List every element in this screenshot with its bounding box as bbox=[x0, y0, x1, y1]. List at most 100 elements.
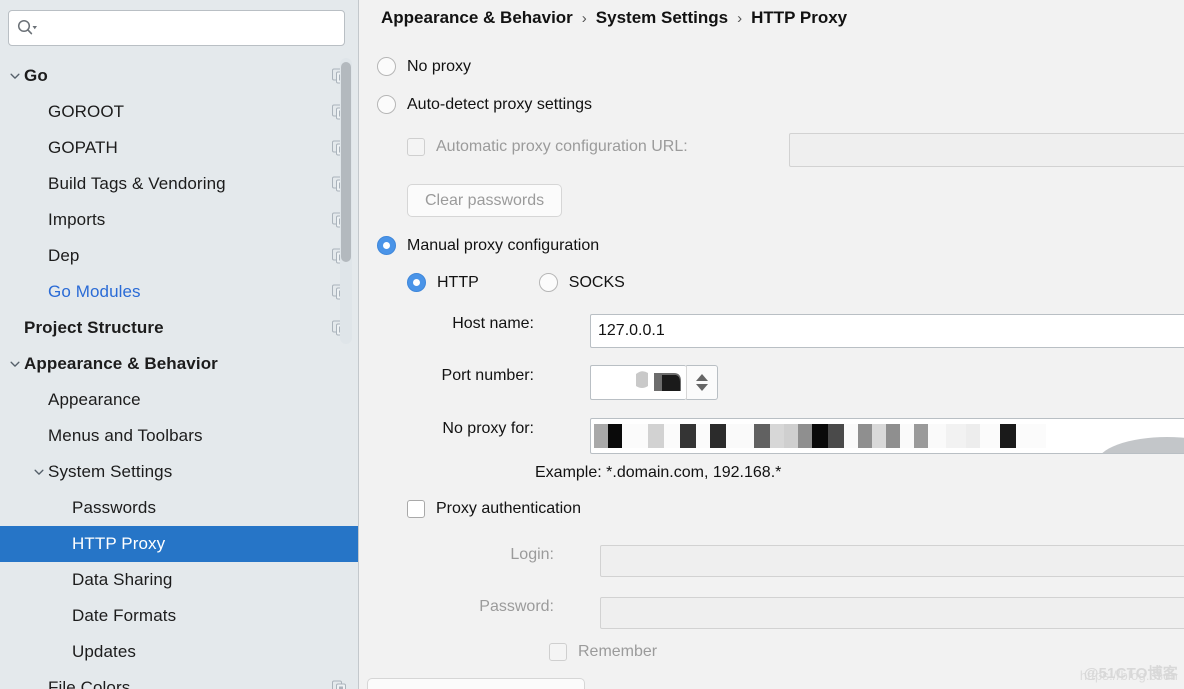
sidebar-item-label: Project Structure bbox=[24, 318, 164, 337]
redaction-block bbox=[710, 424, 726, 448]
manual-proxy-radio-row[interactable]: Manual proxy configuration bbox=[377, 236, 599, 255]
breadcrumb-separator-icon: › bbox=[581, 9, 587, 27]
redaction-block bbox=[608, 424, 622, 448]
sidebar-item-label: Dep bbox=[48, 246, 80, 265]
sidebar-item-go[interactable]: Go bbox=[0, 58, 358, 94]
sidebar-item-label: Build Tags & Vendoring bbox=[48, 174, 226, 193]
host-name-input[interactable] bbox=[590, 314, 1184, 348]
sidebar-item-build-tags-vendoring[interactable]: Build Tags & Vendoring bbox=[0, 166, 358, 202]
port-number-stepper[interactable] bbox=[590, 365, 718, 403]
auto-config-url-row[interactable]: Automatic proxy configuration URL: bbox=[407, 138, 688, 156]
sidebar-item-dep[interactable]: Dep bbox=[0, 238, 358, 274]
socks-radio[interactable] bbox=[538, 273, 558, 292]
no-proxy-for-redaction bbox=[594, 424, 1046, 448]
redaction-block bbox=[980, 424, 1000, 448]
settings-sidebar: Go GOROOT GOPATH Build Tags & Vendoring Impo… bbox=[0, 0, 359, 689]
login-label: Login: bbox=[510, 546, 554, 563]
spinner-down-icon[interactable] bbox=[696, 384, 708, 391]
breadcrumb-item-appearance-behavior[interactable]: Appearance & Behavior bbox=[381, 8, 573, 28]
sidebar-item-http-proxy[interactable]: HTTP Proxy bbox=[0, 526, 358, 562]
proxy-authentication-checkbox[interactable] bbox=[407, 500, 425, 518]
sidebar-item-system-settings[interactable]: System Settings bbox=[0, 454, 358, 490]
sidebar-item-gopath[interactable]: GOPATH bbox=[0, 130, 358, 166]
sidebar-item-label: Go Modules bbox=[48, 282, 141, 301]
sidebar-search[interactable] bbox=[8, 10, 345, 46]
sidebar-item-appearance[interactable]: Appearance bbox=[0, 382, 358, 418]
sidebar-item-imports[interactable]: Imports bbox=[0, 202, 358, 238]
proxy-authentication-label: Proxy authentication bbox=[436, 500, 581, 517]
sidebar-scrollbar-thumb[interactable] bbox=[341, 62, 351, 262]
sidebar-item-label: File Colors bbox=[48, 678, 131, 689]
no-proxy-for-row: No proxy for: bbox=[404, 418, 1184, 454]
search-input[interactable] bbox=[38, 20, 344, 36]
spinner-up-icon[interactable] bbox=[696, 374, 708, 381]
sidebar-item-appearance-behavior[interactable]: Appearance & Behavior bbox=[0, 346, 358, 382]
redaction-block bbox=[622, 424, 636, 448]
settings-tree[interactable]: Go GOROOT GOPATH Build Tags & Vendoring Impo… bbox=[0, 58, 358, 689]
host-name-label: Host name: bbox=[452, 315, 534, 332]
sidebar-item-label: Go bbox=[24, 66, 48, 85]
auto-detect-radio-row[interactable]: Auto-detect proxy settings bbox=[377, 95, 592, 114]
auto-config-url-checkbox[interactable] bbox=[407, 138, 425, 156]
redaction-block bbox=[946, 424, 966, 448]
sidebar-item-label: Passwords bbox=[72, 498, 157, 517]
sidebar-item-passwords[interactable]: Passwords bbox=[0, 490, 358, 526]
breadcrumb-item-system-settings[interactable]: System Settings bbox=[596, 8, 728, 28]
settings-dialog: Go GOROOT GOPATH Build Tags & Vendoring Impo… bbox=[0, 0, 1184, 689]
sidebar-item-updates[interactable]: Updates bbox=[0, 634, 358, 670]
chevron-down-icon[interactable] bbox=[6, 58, 24, 94]
chevron-down-icon[interactable] bbox=[6, 346, 24, 382]
search-icon bbox=[16, 18, 38, 38]
auto-detect-label: Auto-detect proxy settings bbox=[407, 95, 592, 113]
login-input[interactable] bbox=[600, 545, 1184, 577]
sidebar-item-go-modules[interactable]: Go Modules bbox=[0, 274, 358, 310]
redaction-block bbox=[886, 424, 900, 448]
sidebar-item-label: Appearance bbox=[48, 390, 141, 409]
redaction-block bbox=[680, 424, 696, 448]
sidebar-item-label: GOPATH bbox=[48, 138, 118, 157]
redaction-block bbox=[844, 424, 858, 448]
manual-proxy-radio[interactable] bbox=[377, 236, 396, 255]
remember-checkbox[interactable] bbox=[549, 643, 567, 661]
port-number-input[interactable] bbox=[590, 365, 686, 400]
password-input[interactable] bbox=[600, 597, 1184, 629]
port-spinner[interactable] bbox=[686, 365, 718, 400]
chevron-down-icon[interactable] bbox=[30, 454, 48, 490]
sidebar-item-project-structure[interactable]: Project Structure bbox=[0, 310, 358, 346]
sidebar-item-data-sharing[interactable]: Data Sharing bbox=[0, 562, 358, 598]
breadcrumb-separator-icon: › bbox=[737, 9, 743, 27]
redaction-block bbox=[798, 424, 812, 448]
remember-row[interactable]: Remember bbox=[549, 643, 657, 661]
password-label: Password: bbox=[479, 598, 554, 615]
manual-proxy-label: Manual proxy configuration bbox=[407, 236, 600, 254]
sidebar-item-goroot[interactable]: GOROOT bbox=[0, 94, 358, 130]
proxy-authentication-row[interactable]: Proxy authentication bbox=[407, 500, 581, 518]
redaction-block bbox=[914, 424, 928, 448]
no-proxy-for-input[interactable] bbox=[590, 418, 1184, 454]
login-row: Login: bbox=[404, 545, 1184, 577]
sidebar-item-file-colors[interactable]: File Colors bbox=[0, 670, 358, 689]
no-proxy-for-label: No proxy for: bbox=[442, 420, 534, 437]
sidebar-item-menus-and-toolbars[interactable]: Menus and Toolbars bbox=[0, 418, 358, 454]
http-radio[interactable] bbox=[407, 273, 426, 292]
auto-config-url-input[interactable] bbox=[789, 133, 1184, 167]
protocol-radio-group[interactable]: HTTP SOCKS bbox=[407, 273, 625, 292]
redaction-block bbox=[858, 424, 872, 448]
redaction-block bbox=[900, 424, 914, 448]
sidebar-item-date-formats[interactable]: Date Formats bbox=[0, 598, 358, 634]
auto-detect-radio[interactable] bbox=[377, 95, 396, 114]
redaction-block bbox=[872, 424, 886, 448]
copy-icon[interactable] bbox=[332, 680, 346, 689]
redaction-block bbox=[784, 424, 798, 448]
check-connection-button[interactable] bbox=[367, 678, 585, 689]
clear-passwords-button[interactable]: Clear passwords bbox=[407, 184, 563, 217]
no-proxy-radio-row[interactable]: No proxy bbox=[377, 57, 471, 76]
sidebar-item-label: Appearance & Behavior bbox=[24, 354, 218, 373]
no-proxy-radio[interactable] bbox=[377, 57, 396, 76]
